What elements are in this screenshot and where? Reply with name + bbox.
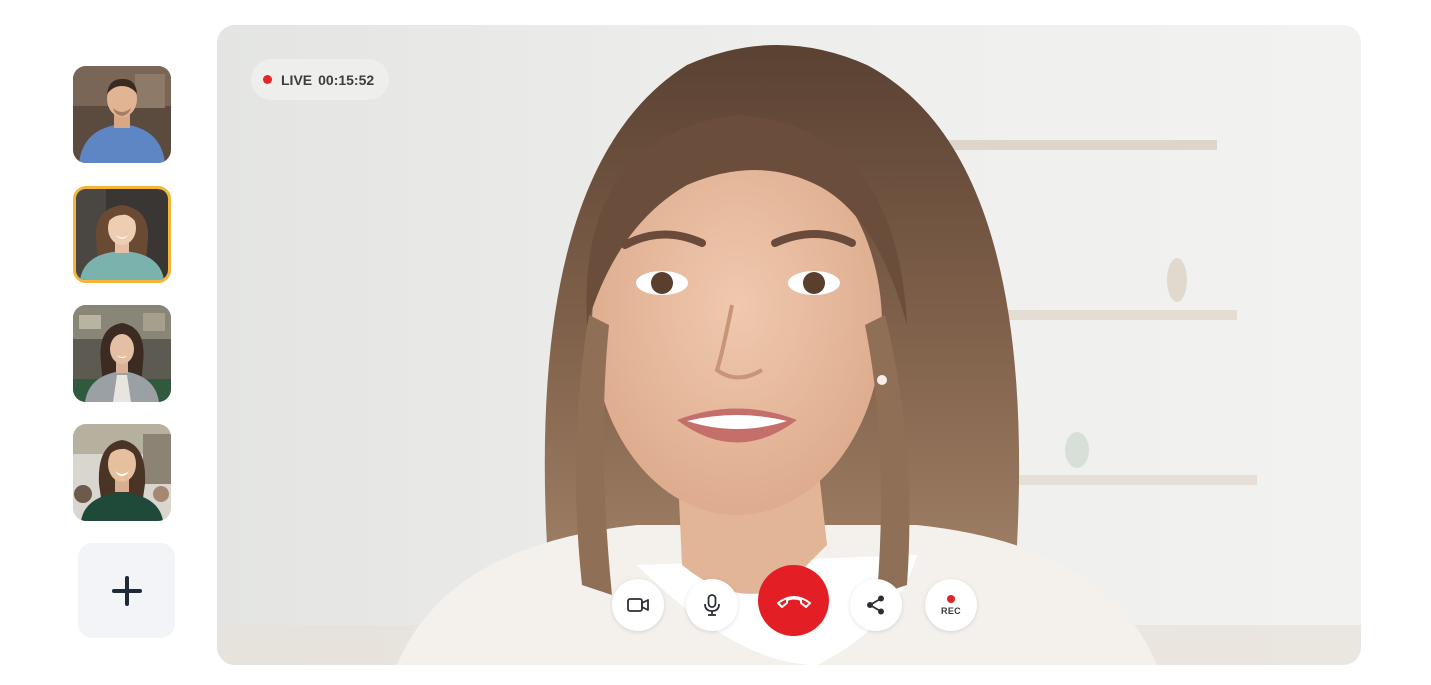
live-indicator: LIVE 00:15:52 (251, 59, 389, 100)
participant-avatar-woman-cardigan (73, 305, 171, 402)
record-dot-icon (947, 594, 955, 603)
end-call-icon (776, 595, 811, 608)
share-icon (867, 595, 884, 615)
camera-icon (627, 598, 649, 612)
microphone-icon (704, 594, 720, 616)
main-video: LIVE 00:15:52 REC (217, 25, 1361, 665)
add-participant-button[interactable] (78, 543, 175, 638)
microphone-toggle-button[interactable] (686, 579, 738, 631)
end-call-button[interactable] (758, 565, 829, 636)
participant-avatar-woman-teal (76, 189, 168, 280)
plus-icon (111, 575, 142, 606)
camera-toggle-button[interactable] (612, 579, 664, 631)
participant-avatar-woman-green (73, 424, 171, 521)
record-button[interactable]: REC (925, 579, 977, 631)
live-dot-icon (263, 75, 272, 84)
participant-thumbnail-1[interactable] (73, 66, 171, 163)
participant-thumbnail-4[interactable] (73, 424, 171, 521)
record-icon: REC (941, 594, 961, 616)
live-label: LIVE (281, 71, 313, 88)
call-timer: 00:15:52 (318, 71, 375, 88)
video-call-app: LIVE 00:15:52 REC (0, 0, 1431, 685)
record-label: REC (941, 605, 961, 616)
participant-thumbnail-3[interactable] (73, 305, 171, 402)
participant-avatar-man (73, 66, 171, 163)
participant-thumbnail-2-active[interactable] (73, 186, 171, 283)
share-button[interactable] (850, 579, 902, 631)
